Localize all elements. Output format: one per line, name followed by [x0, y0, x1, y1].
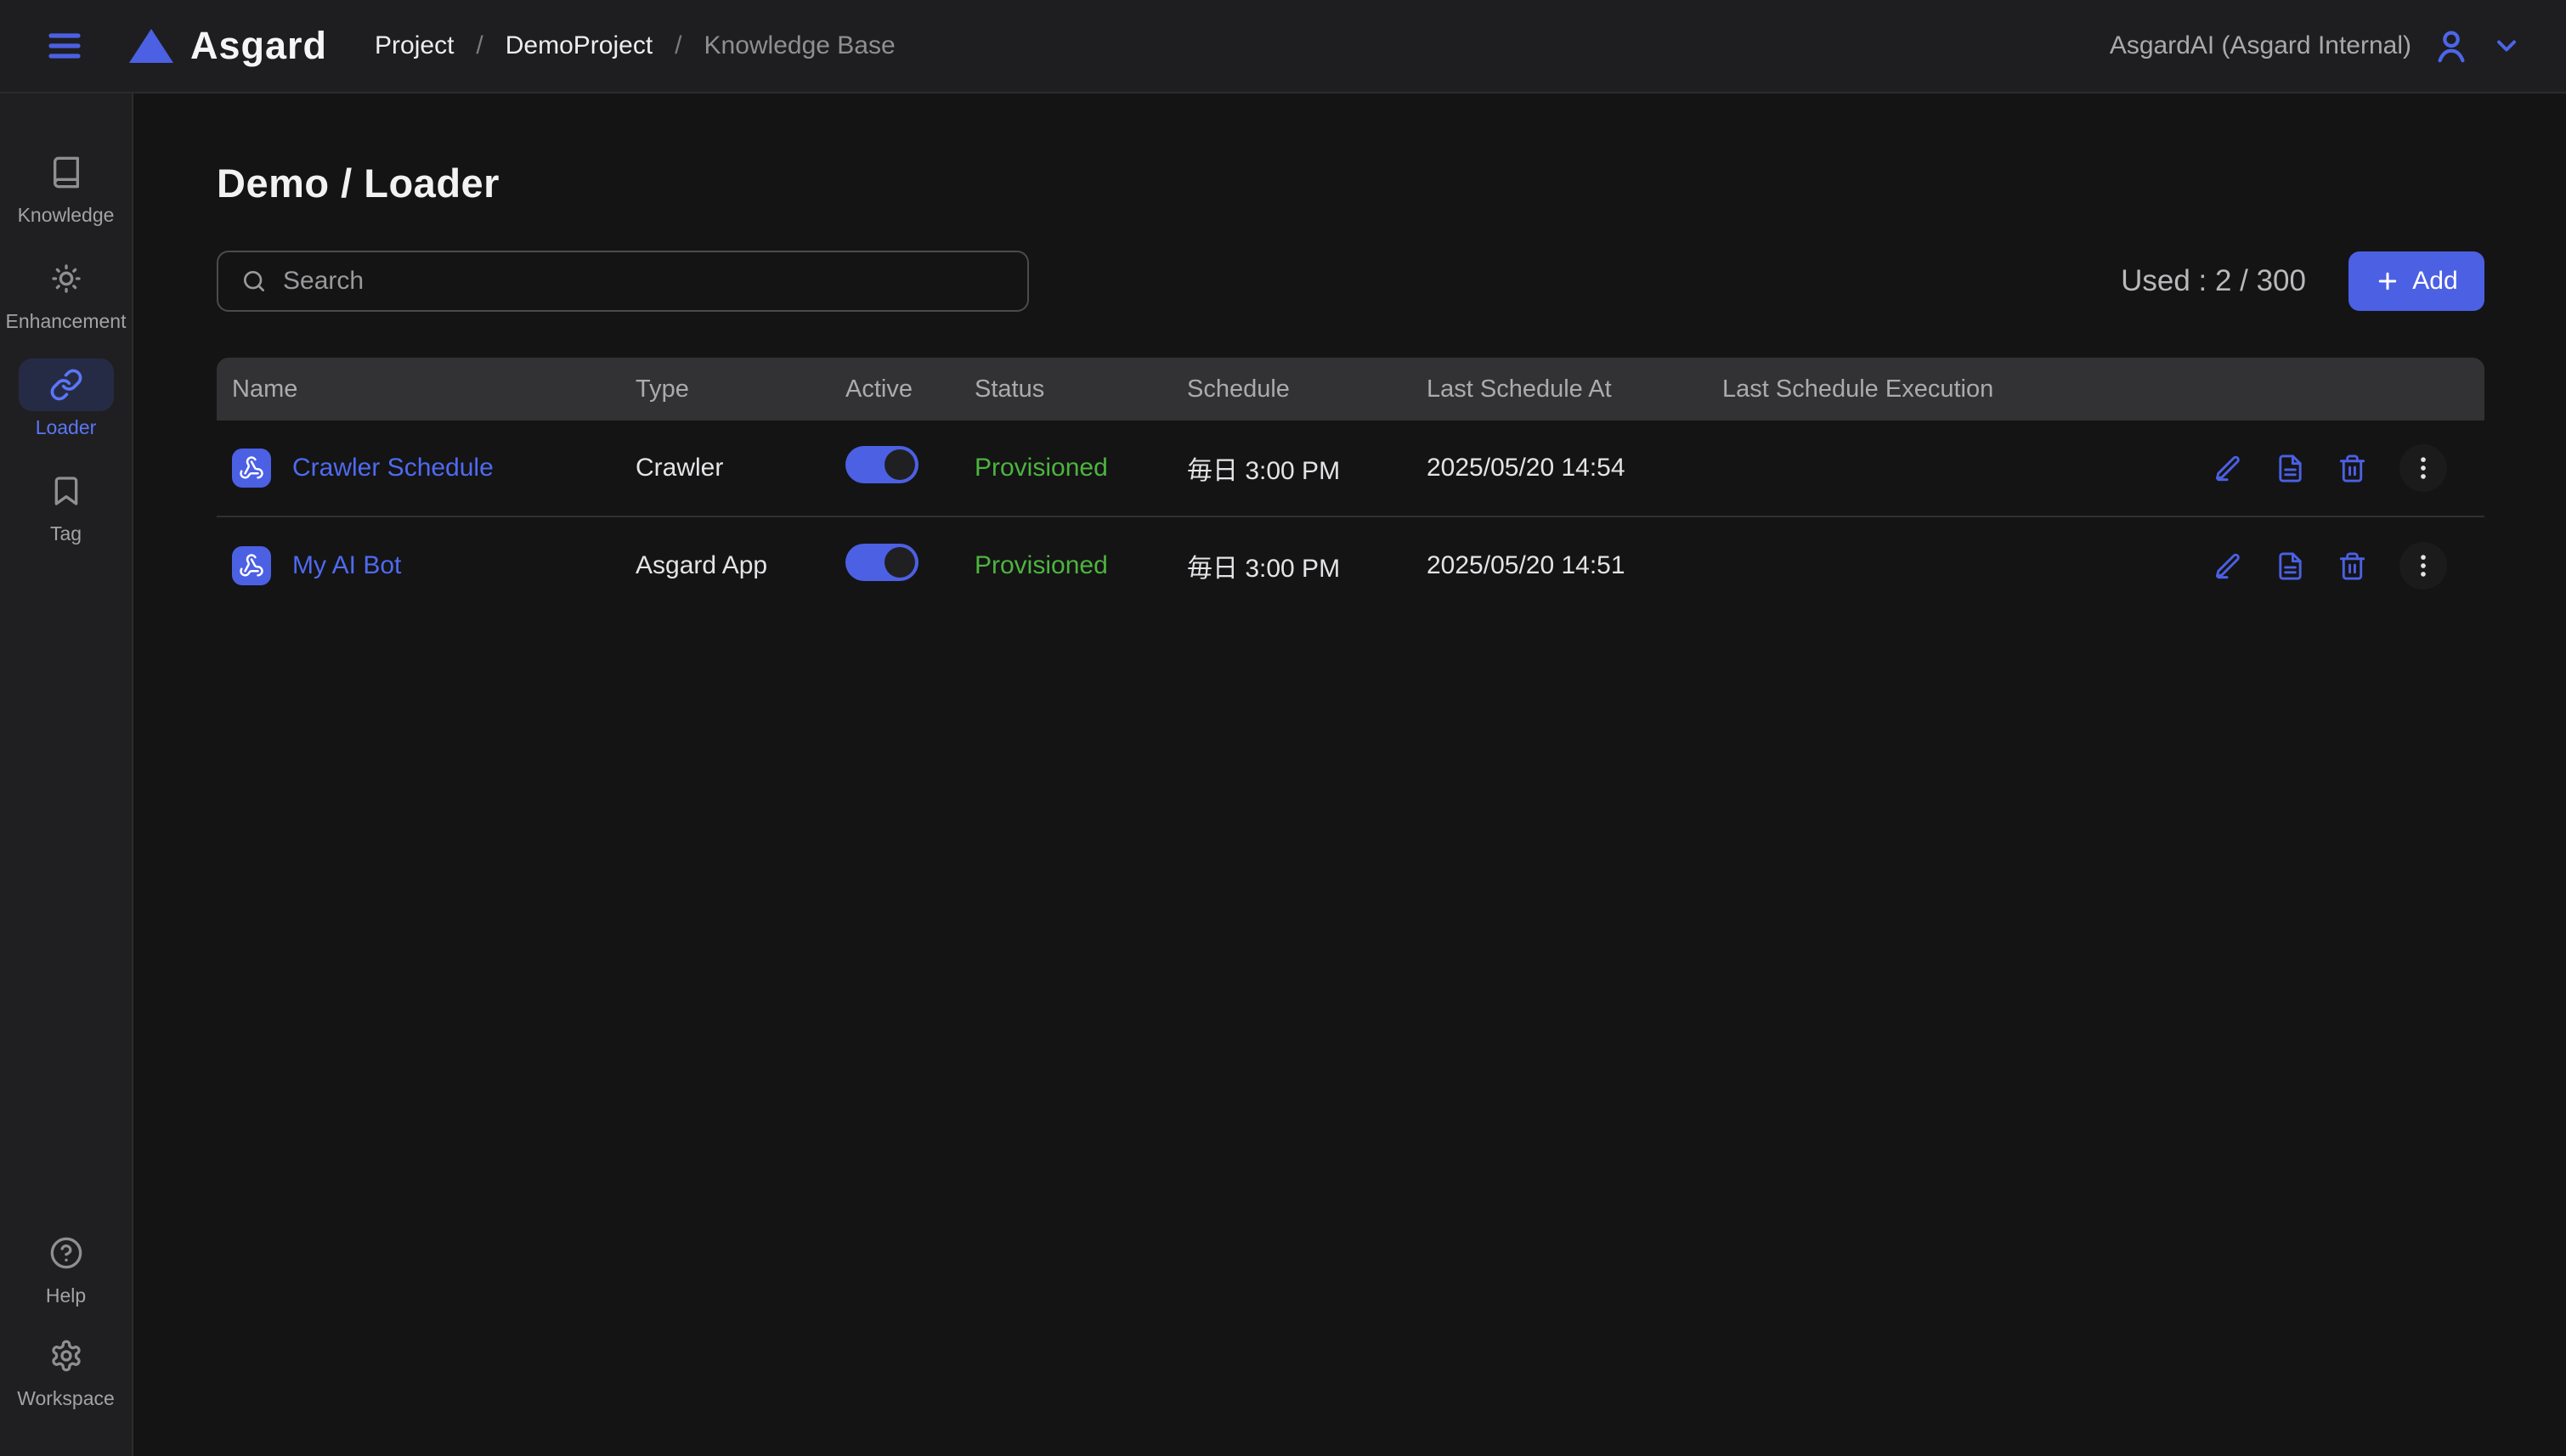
- column-header-last-schedule-at: Last Schedule At: [1427, 375, 1722, 404]
- add-button[interactable]: Add: [2348, 251, 2484, 311]
- active-cell: [845, 446, 975, 490]
- column-header-last-schedule-execution: Last Schedule Execution: [1722, 375, 2209, 404]
- column-header-active: Active: [845, 375, 975, 404]
- edit-icon[interactable]: [2213, 551, 2243, 581]
- help-circle-icon: [49, 1236, 83, 1270]
- breadcrumb-demo-project[interactable]: DemoProject: [506, 31, 653, 60]
- last-schedule-at-cell: 2025/05/20 14:51: [1427, 551, 1722, 580]
- column-header-schedule: Schedule: [1187, 375, 1427, 404]
- sidebar: Knowledge Enhancement Loader Tag Help Wo…: [0, 93, 133, 1456]
- row-name-link[interactable]: My AI Bot: [292, 551, 401, 580]
- more-options-button[interactable]: [2399, 444, 2447, 492]
- breadcrumb: Project / DemoProject / Knowledge Base: [375, 31, 896, 60]
- usage-counter: Used : 2 / 300: [2121, 264, 2306, 298]
- sidebar-item-label: Knowledge: [18, 204, 115, 227]
- page-title: Demo / Loader: [217, 160, 2484, 206]
- sidebar-item-label: Workspace: [17, 1387, 115, 1410]
- bookmark-icon: [49, 474, 83, 508]
- search-box[interactable]: [217, 251, 1029, 312]
- sun-icon: [49, 262, 83, 296]
- schedule-cell: 毎日 3:00 PM: [1187, 449, 1427, 487]
- sidebar-item-enhancement[interactable]: Enhancement: [0, 252, 132, 333]
- sidebar-item-label: Loader: [36, 416, 97, 439]
- breadcrumb-project[interactable]: Project: [375, 31, 454, 60]
- column-header-type: Type: [636, 375, 845, 404]
- document-icon[interactable]: [2275, 551, 2305, 581]
- row-actions: [2209, 542, 2484, 590]
- chevron-down-icon[interactable]: [2491, 31, 2522, 61]
- topbar: Asgard Project / DemoProject / Knowledge…: [0, 0, 2566, 93]
- name-cell: Crawler Schedule: [232, 449, 636, 488]
- logo-text: Asgard: [190, 24, 327, 68]
- main-content: Demo / Loader Used : 2 / 300 Add Name Ty…: [135, 93, 2566, 1456]
- status-cell: Provisioned: [975, 551, 1187, 580]
- breadcrumb-knowledge-base: Knowledge Base: [704, 31, 896, 60]
- kebab-icon: [2409, 454, 2438, 483]
- plus-icon: [2375, 268, 2400, 294]
- name-cell: My AI Bot: [232, 546, 636, 585]
- kebab-icon: [2409, 551, 2438, 580]
- link-icon: [49, 368, 83, 402]
- sidebar-item-loader[interactable]: Loader: [0, 358, 132, 439]
- last-schedule-at-cell: 2025/05/20 14:54: [1427, 454, 1722, 483]
- table-row: My AI Bot Asgard App Provisioned 毎日 3:00…: [217, 517, 2484, 614]
- type-cell: Crawler: [636, 454, 845, 483]
- sidebar-item-tag[interactable]: Tag: [0, 465, 132, 545]
- sidebar-item-label: Help: [46, 1284, 86, 1307]
- trash-icon[interactable]: [2337, 454, 2367, 483]
- sidebar-item-label: Tag: [50, 522, 82, 545]
- active-cell: [845, 544, 975, 588]
- sidebar-item-workspace[interactable]: Workspace: [0, 1329, 132, 1410]
- table-header: Name Type Active Status Schedule Last Sc…: [217, 358, 2484, 420]
- schedule-cell: 毎日 3:00 PM: [1187, 547, 1427, 584]
- column-header-name: Name: [232, 375, 636, 404]
- account-area: AsgardAI (Asgard Internal): [2110, 26, 2522, 65]
- search-input[interactable]: [283, 267, 1005, 296]
- status-cell: Provisioned: [975, 454, 1187, 483]
- table-row: Crawler Schedule Crawler Provisioned 毎日 …: [217, 420, 2484, 517]
- user-icon[interactable]: [2432, 26, 2471, 65]
- webhook-icon: [232, 449, 271, 488]
- breadcrumb-separator: /: [675, 31, 681, 60]
- webhook-icon: [232, 546, 271, 585]
- breadcrumb-separator: /: [476, 31, 483, 60]
- menu-icon[interactable]: [44, 25, 85, 66]
- active-toggle[interactable]: [845, 446, 918, 483]
- search-icon: [240, 268, 268, 295]
- row-name-link[interactable]: Crawler Schedule: [292, 454, 494, 483]
- trash-icon[interactable]: [2337, 551, 2367, 581]
- sidebar-item-label: Enhancement: [6, 310, 127, 333]
- book-icon: [49, 155, 83, 189]
- loader-table: Name Type Active Status Schedule Last Sc…: [217, 358, 2484, 614]
- sidebar-item-knowledge[interactable]: Knowledge: [0, 146, 132, 227]
- row-actions: [2209, 444, 2484, 492]
- logo[interactable]: Asgard: [129, 24, 327, 68]
- active-toggle[interactable]: [845, 544, 918, 581]
- column-header-status: Status: [975, 375, 1187, 404]
- add-button-label: Add: [2412, 267, 2457, 296]
- sidebar-item-help[interactable]: Help: [0, 1227, 132, 1307]
- more-options-button[interactable]: [2399, 542, 2447, 590]
- account-label: AsgardAI (Asgard Internal): [2110, 31, 2411, 60]
- type-cell: Asgard App: [636, 551, 845, 580]
- gear-icon: [49, 1339, 83, 1373]
- edit-icon[interactable]: [2213, 454, 2243, 483]
- logo-triangle-icon: [129, 29, 173, 63]
- document-icon[interactable]: [2275, 454, 2305, 483]
